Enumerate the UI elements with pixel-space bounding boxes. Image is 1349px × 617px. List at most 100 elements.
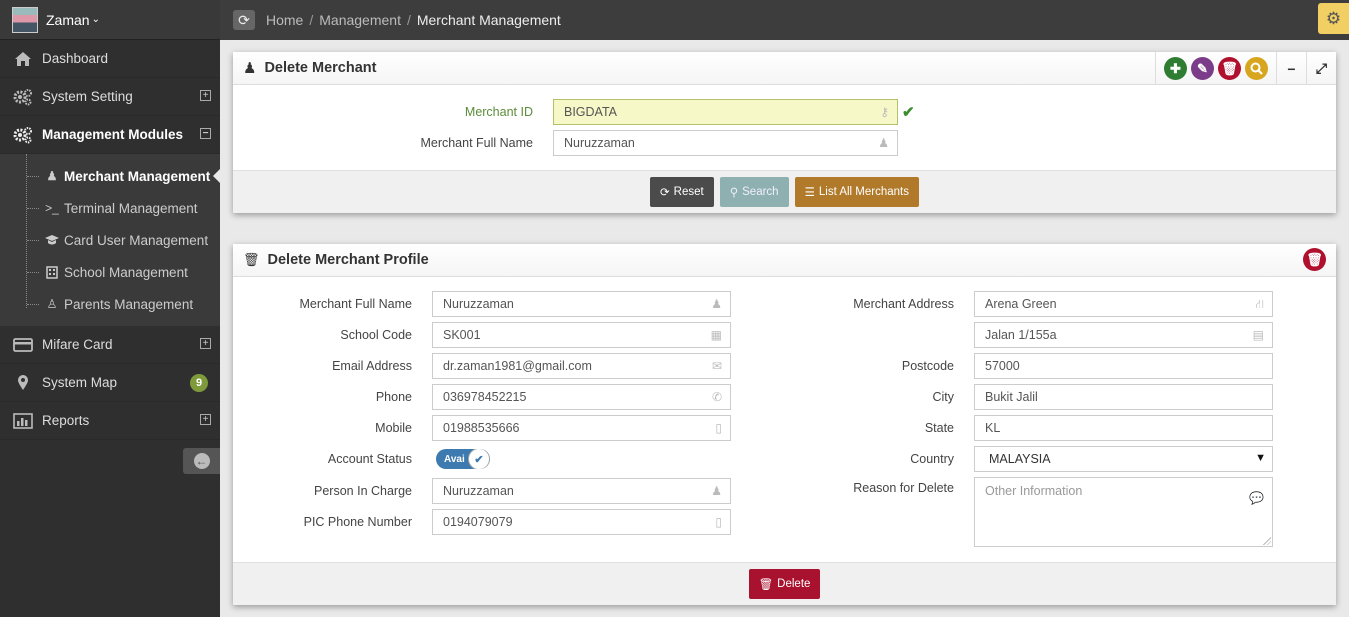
merchant-full-name-field[interactable]: Nuruzzaman ♟ <box>432 291 731 317</box>
field-value: Nuruzzaman <box>443 297 514 311</box>
panel-title: Delete Merchant <box>264 60 377 76</box>
check-icon: ✔ <box>902 104 915 121</box>
edit-button[interactable]: ✎ <box>1191 57 1214 80</box>
submenu-management: ♟ Merchant Management >_ Terminal Manage… <box>0 154 220 326</box>
list-icon: ☰ <box>804 187 815 199</box>
card-icon <box>12 336 34 354</box>
school-code-field[interactable]: SK001 ▦ <box>432 322 731 348</box>
panel-header: 🗑 Delete Merchant Profile 🗑 <box>233 244 1336 277</box>
email-field[interactable]: dr.zaman1981@gmail.com ✉ <box>432 353 731 379</box>
graduation-cap-icon <box>44 234 60 246</box>
user-icon: ♟ <box>878 136 889 150</box>
country-select[interactable]: MALAYSIA ▼ <box>974 446 1273 472</box>
select-value: MALAYSIA <box>989 452 1051 466</box>
pic-phone-label: PIC Phone Number <box>303 515 412 529</box>
panel-toolbar: ✚ ✎ 🗑 − ⤢ <box>1155 52 1336 85</box>
sidebar-item-management-modules[interactable]: Management Modules − <box>0 116 220 154</box>
sidebar-subitem-label: School Management <box>64 264 188 280</box>
sidebar-subitem-parents-management[interactable]: ♙ Parents Management <box>0 288 220 320</box>
merchant-address-label: Merchant Address <box>853 297 954 311</box>
delete-icon-button[interactable]: 🗑 <box>1303 248 1326 271</box>
mobile-icon: ▯ <box>715 515 722 529</box>
sidebar-subitem-label: Terminal Management <box>64 200 198 216</box>
sidebar-item-mifare-card[interactable]: Mifare Card + <box>0 326 220 364</box>
bar-chart-icon <box>12 412 34 430</box>
count-badge: 9 <box>190 374 208 392</box>
merchant-full-name-row: Merchant Full Name Nuruzzaman ♟ <box>233 130 898 156</box>
account-status-row: Account Status Avai ✔ <box>233 446 490 472</box>
collapse-icon[interactable]: − <box>200 128 211 139</box>
textarea-placeholder: Other Information <box>985 484 1083 498</box>
sidebar-item-system-setting[interactable]: System Setting + <box>0 78 220 116</box>
expand-icon[interactable]: + <box>200 414 211 425</box>
sidebar-item-reports[interactable]: Reports + <box>0 402 220 440</box>
sidebar-item-label: Dashboard <box>42 51 109 66</box>
merchant-id-row: Merchant ID BIGDATA ⚷ ✔ <box>233 99 915 125</box>
list-all-merchants-button[interactable]: ☰ List All Merchants <box>794 177 919 207</box>
delete-button[interactable]: 🗑 <box>1218 57 1241 80</box>
merchant-full-name-label: Merchant Full Name <box>420 136 533 150</box>
phone-field[interactable]: 036978452215 ✆ <box>432 384 731 410</box>
sidebar-collapse-button[interactable]: ← <box>183 448 220 474</box>
reason-for-delete-textarea[interactable]: Other Information 💬 <box>974 477 1273 547</box>
add-button[interactable]: ✚ <box>1164 57 1187 80</box>
address-line1-field[interactable]: Arena Green ⛙ <box>974 291 1273 317</box>
field-value: Nuruzzaman <box>443 484 514 498</box>
avatar[interactable] <box>12 6 38 33</box>
delete-merchant-profile-panel: 🗑 Delete Merchant Profile 🗑 Merchant Ful… <box>233 244 1336 605</box>
reset-button[interactable]: ⟳ Reset <box>650 177 714 207</box>
expand-icon[interactable]: + <box>200 338 211 349</box>
panel-footer: ⟳ Reset ⚲ Search ☰ List All Merchants <box>233 170 1336 213</box>
state-field[interactable]: KL <box>974 415 1273 441</box>
address-line2-field[interactable]: Jalan 1/155a ▤ <box>974 322 1273 348</box>
sidebar-subitem-terminal-management[interactable]: >_ Terminal Management <box>0 192 220 224</box>
email-address-label: Email Address <box>332 359 412 373</box>
refresh-icon: ⟳ <box>660 187 670 199</box>
refresh-icon[interactable]: ⟳ <box>233 10 255 30</box>
mobile-icon: ▯ <box>715 421 722 435</box>
right-field-row: State KL <box>793 415 1273 441</box>
person-in-charge-field[interactable]: Nuruzzaman ♟ <box>432 478 731 504</box>
postcode-field[interactable]: 57000 <box>974 353 1273 379</box>
reason-for-delete-label: Reason for Delete <box>853 481 954 495</box>
delete-merchant-button[interactable]: 🗑 Delete <box>748 569 821 599</box>
female-icon: ♙ <box>46 297 58 311</box>
panel-title: Delete Merchant Profile <box>267 252 429 268</box>
resize-handle[interactable] <box>1263 537 1271 545</box>
merchant-id-label: Merchant ID <box>464 105 533 119</box>
merchant-id-input[interactable]: BIGDATA ⚷ <box>553 99 898 125</box>
settings-gear-button[interactable]: ⚙ <box>1318 3 1349 34</box>
user-name[interactable]: Zaman <box>46 12 90 28</box>
sidebar-item-dashboard[interactable]: Dashboard <box>0 40 220 78</box>
merchant-id-value: BIGDATA <box>564 105 618 119</box>
school-code-label: School Code <box>340 328 412 342</box>
breadcrumb-management[interactable]: Management <box>319 12 401 28</box>
search-button[interactable] <box>1245 57 1268 80</box>
minimize-button[interactable]: − <box>1276 52 1306 85</box>
left-field-row: PIC Phone Number 0194079079 ▯ <box>233 509 731 535</box>
chevron-down-icon[interactable]: ⌄ <box>92 14 100 25</box>
comments-icon: 💬 <box>1249 491 1264 505</box>
key-icon: ⚷ <box>880 105 889 119</box>
sidebar-subitem-card-user-management[interactable]: Card User Management <box>0 224 220 256</box>
search-button[interactable]: ⚲ Search <box>719 177 789 207</box>
sidebar-item-system-map[interactable]: System Map 9 <box>0 364 220 402</box>
left-field-row: Email Address dr.zaman1981@gmail.com ✉ <box>233 353 731 379</box>
mobile-field[interactable]: 01988535666 ▯ <box>432 415 731 441</box>
sidebar-subitem-label: Parents Management <box>64 296 194 312</box>
field-value: dr.zaman1981@gmail.com <box>443 359 592 373</box>
reset-label: Reset <box>673 186 704 198</box>
breadcrumb-home[interactable]: Home <box>266 12 303 28</box>
field-value: 01988535666 <box>443 421 520 435</box>
fullscreen-icon[interactable]: ⤢ <box>1306 52 1336 85</box>
phone-label: Phone <box>375 390 412 404</box>
pic-phone-field[interactable]: 0194079079 ▯ <box>432 509 731 535</box>
account-status-label: Account Status <box>327 452 412 466</box>
user-menu[interactable]: Zaman ⌄ <box>0 0 220 40</box>
sidebar-subitem-merchant-management[interactable]: ♟ Merchant Management <box>0 160 220 192</box>
city-field[interactable]: Bukit Jalil <box>974 384 1273 410</box>
account-status-toggle[interactable]: Avai ✔ <box>436 449 490 469</box>
merchant-full-name-input[interactable]: Nuruzzaman ♟ <box>553 130 898 156</box>
expand-icon[interactable]: + <box>200 90 211 101</box>
sidebar-subitem-school-management[interactable]: School Management <box>0 256 220 288</box>
